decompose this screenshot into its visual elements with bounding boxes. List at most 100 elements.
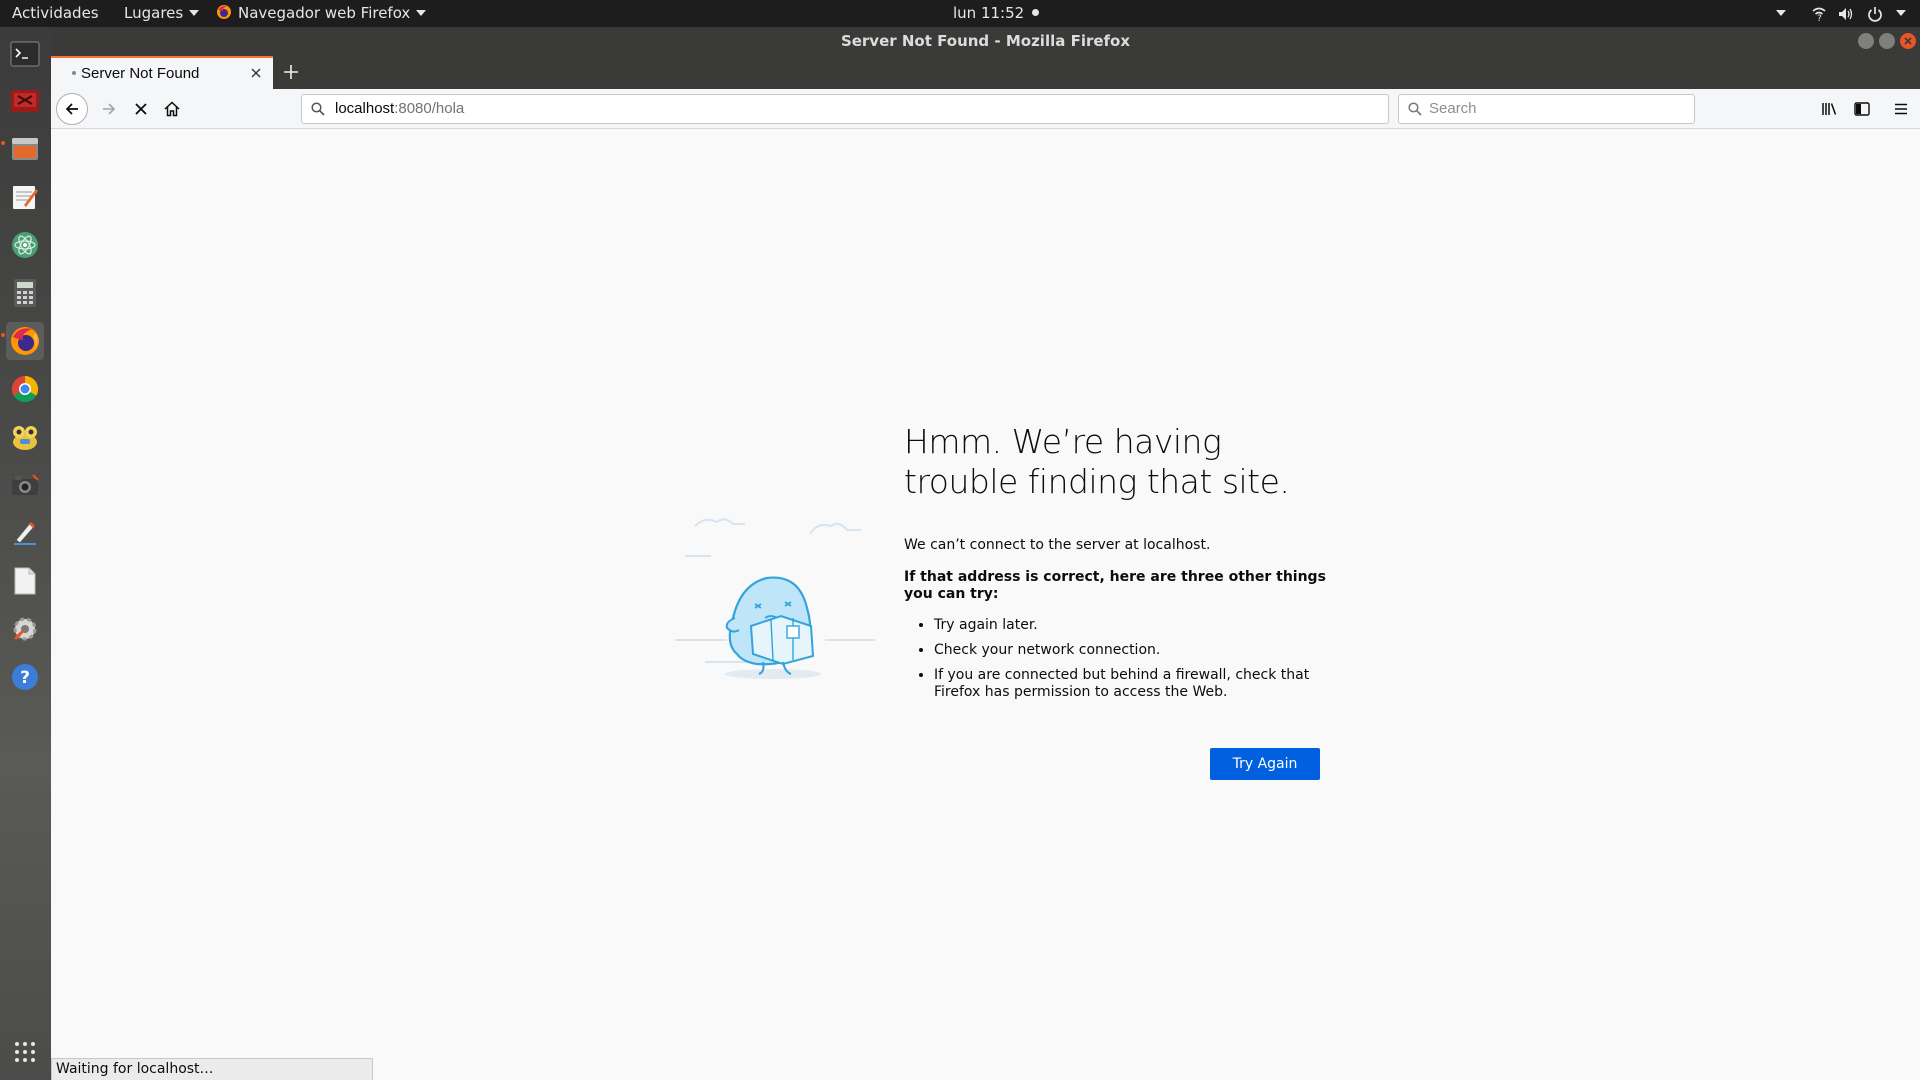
firefox-icon [11,327,39,355]
dock-display-app[interactable] [6,82,44,120]
dock-screenshot[interactable] [6,466,44,504]
sidebar-button[interactable] [1847,94,1877,124]
places-label: Lugares [124,4,184,22]
library-icon [1822,103,1837,115]
dock-drawing[interactable] [6,514,44,552]
dock-chrome[interactable] [6,370,44,408]
system-menu[interactable] [1890,0,1906,27]
sidebar-icon [1854,102,1870,116]
search-icon [1408,102,1422,116]
chevron-down-icon [1776,9,1786,16]
volume-icon[interactable] [1838,6,1854,22]
loading-dot-icon [72,71,76,75]
stop-icon [135,103,147,115]
notification-dot-icon [1031,9,1039,16]
dock-calculator[interactable] [6,274,44,312]
error-description: We can’t connect to the server at localh… [904,537,1211,553]
dock-games[interactable] [6,418,44,456]
library-button[interactable] [1815,94,1845,124]
dock-document-viewer[interactable] [6,562,44,600]
new-tab-button[interactable] [279,60,303,84]
arrow-right-icon [103,103,116,115]
screenshot-icon [12,474,39,495]
url-bar[interactable]: localhost:8080/hola [301,94,1389,124]
tab-close-button[interactable] [247,64,265,82]
dock-terminal[interactable] [6,35,44,73]
minimize-button[interactable] [1858,33,1874,49]
tab-strip: Server Not Found [51,56,1920,89]
files-icon [12,138,38,160]
forward-button[interactable] [94,94,124,124]
url-host: localhost [335,100,395,117]
chevron-down-icon [416,9,427,16]
window-title-bar: Server Not Found - Mozilla Firefox [51,27,1920,56]
hamburger-menu-icon [1895,103,1907,115]
back-button[interactable] [56,93,88,125]
close-icon [251,68,261,78]
search-placeholder: Search [1429,100,1477,117]
svg-text:?: ? [20,668,30,688]
app-menu[interactable]: Navegador web Firefox [216,0,427,27]
svg-text:?: ? [1817,14,1822,22]
plus-icon [284,65,298,79]
suggestion-list: Try again later. Check your network conn… [904,617,1344,701]
status-panel: Waiting for localhost… [51,1058,373,1080]
show-applications-button[interactable] [6,1033,44,1071]
home-button[interactable] [157,94,187,124]
chevron-down-icon [1896,9,1906,16]
firefox-icon [217,5,231,19]
window-title: Server Not Found - Mozilla Firefox [840,32,1131,50]
launcher-dock: ? [0,27,51,1080]
dock-atom[interactable] [6,226,44,264]
try-again-button[interactable]: Try Again [1210,748,1320,780]
places-menu[interactable]: Lugares [124,0,200,27]
chevron-down-icon [189,9,200,16]
home-icon [164,101,180,117]
error-message-container: Hmm. We’re having trouble finding that s… [904,422,1344,709]
close-icon [1904,37,1912,45]
app-grid-icon [15,1042,35,1062]
help-icon: ? [12,664,38,690]
indicator-menu[interactable] [1770,0,1786,27]
app-menu-label: Navegador web Firefox [238,4,411,22]
tab-label: Server Not Found [81,65,200,82]
document-icon [14,567,36,595]
dock-files[interactable] [6,130,44,168]
stop-button[interactable] [126,94,156,124]
chrome-icon [11,375,39,403]
running-indicator [1,333,5,337]
list-item: Check your network connection. [934,642,1344,659]
close-window-button[interactable] [1900,33,1916,49]
dock-firefox[interactable] [6,322,44,360]
sad-map-character-illustration [675,518,875,679]
calculator-icon [14,279,36,307]
url-text: localhost:8080/hola [335,95,464,123]
navigation-toolbar: localhost:8080/hola Search [51,89,1920,129]
list-item: Try again later. [934,617,1344,634]
games-icon [13,426,37,450]
tab-server-not-found[interactable]: Server Not Found [51,56,273,89]
network-icon[interactable]: ? [1811,6,1827,22]
search-bar[interactable]: Search [1398,94,1695,124]
dock-settings[interactable] [6,610,44,648]
settings-icon [13,617,37,641]
app-menu-button[interactable] [1886,94,1916,124]
dock-help[interactable]: ? [6,658,44,696]
maximize-button[interactable] [1879,33,1895,49]
dock-text-editor[interactable] [6,178,44,216]
activities-button[interactable]: Actividades [12,0,99,27]
display-icon [11,90,39,112]
error-title: Hmm. We’re having trouble finding that s… [904,422,1290,501]
url-path: :8080/hola [394,100,465,117]
text-editor-icon [13,186,38,209]
page-content: Hmm. We’re having trouble finding that s… [51,130,1920,1080]
arrow-left-icon [65,103,78,115]
clock[interactable]: lun 11:52 [953,0,1039,27]
clock-label: lun 11:52 [953,4,1025,22]
power-icon[interactable] [1867,6,1883,22]
error-hint: If that address is correct, here are thr… [904,569,1326,602]
terminal-icon [10,41,40,67]
running-indicator [1,141,5,145]
atom-icon [12,232,38,258]
drawing-icon [14,521,36,545]
